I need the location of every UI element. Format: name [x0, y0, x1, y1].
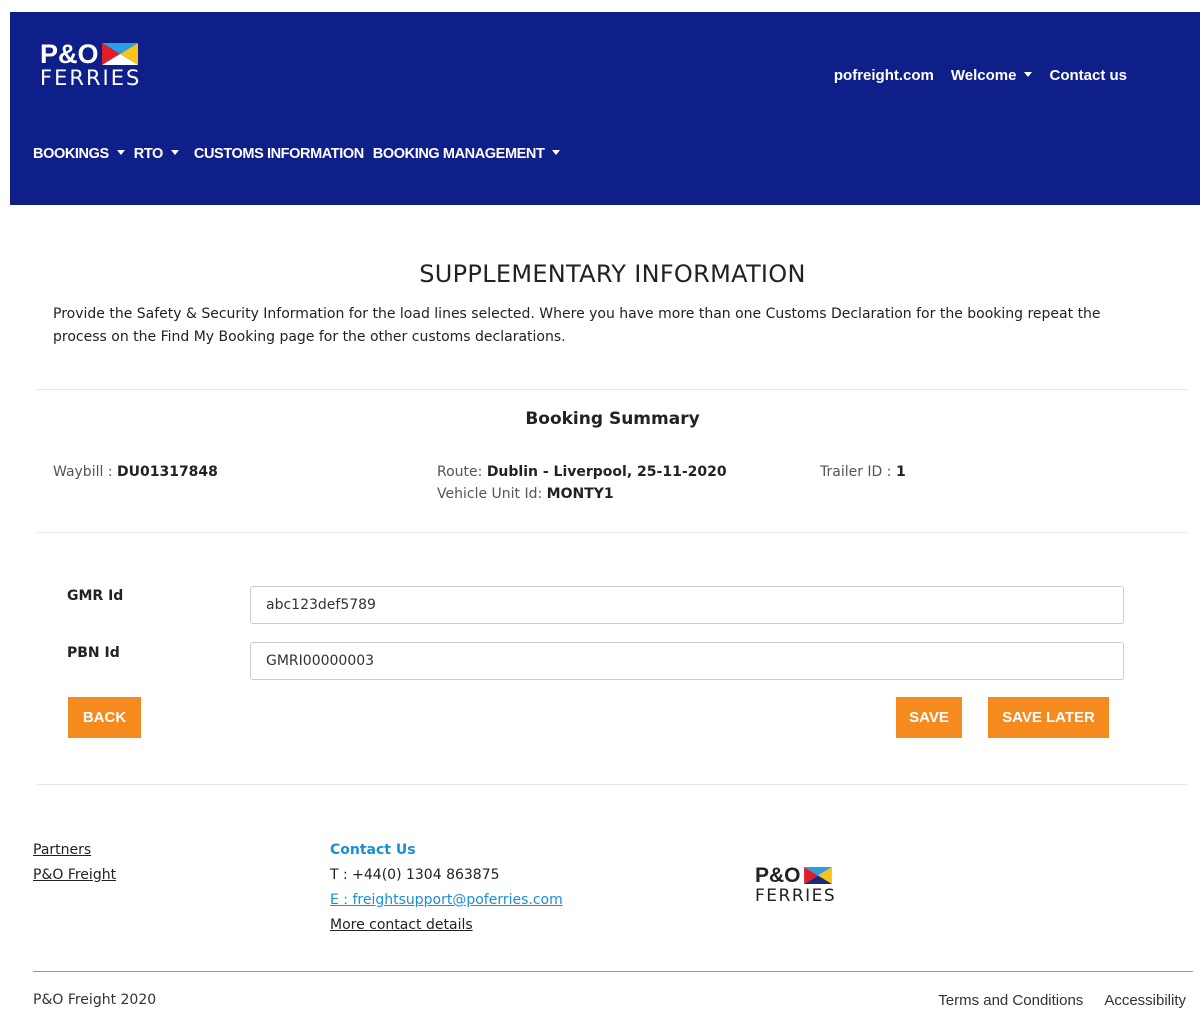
trailer-value: 1 — [895, 464, 906, 480]
footer-logo-text-top: P&O — [755, 864, 801, 887]
footer-po-ferries-logo: P&O FERRIES — [755, 865, 836, 906]
vehicle-value: MONTY1 — [546, 486, 614, 502]
booking-summary-title: Booking Summary — [525, 409, 700, 429]
contact-phone: T : +44(0) 1304 863875 — [330, 867, 500, 883]
trailer-label: Trailer ID : — [820, 464, 896, 480]
back-button[interactable]: BACK — [68, 697, 141, 738]
contact-us-heading: Contact Us — [330, 842, 416, 858]
pbn-id-input[interactable] — [250, 642, 1124, 680]
footer-divider — [33, 971, 1193, 972]
flag-icon — [101, 43, 138, 65]
logo-text-bottom: FERRIES — [40, 66, 142, 90]
nav-rto[interactable]: RTO — [134, 146, 179, 162]
caret-down-icon — [116, 149, 125, 155]
pofreight-link[interactable]: pofreight.com — [834, 67, 934, 84]
gmr-id-label: GMR Id — [67, 588, 124, 604]
contact-email-link[interactable]: E : freightsupport@poferries.com — [330, 892, 563, 908]
waybill-value: DU01317848 — [116, 464, 218, 480]
nav-customs-information[interactable]: CUSTOMS INFORMATION — [194, 146, 364, 162]
top-navigation: pofreight.com Welcome Contact us — [834, 67, 1127, 84]
copyright-text: P&O Freight 2020 — [33, 992, 157, 1008]
legal-links: Terms and Conditions Accessibility — [938, 992, 1186, 1009]
waybill-info: Waybill : DU01317848 — [53, 461, 218, 483]
po-ferries-logo[interactable]: P&O FERRIES — [40, 40, 141, 90]
route-label: Route: — [437, 464, 487, 480]
nav-booking-management[interactable]: BOOKING MANAGEMENT — [373, 146, 561, 162]
partners-link[interactable]: Partners — [33, 842, 91, 858]
intro-text: Provide the Safety & Security Informatio… — [53, 306, 1101, 345]
caret-down-icon — [1024, 71, 1033, 77]
logo-text-top: P&O — [40, 39, 99, 69]
welcome-label: Welcome — [950, 67, 1017, 84]
waybill-label: Waybill : — [53, 464, 117, 480]
divider — [37, 784, 1187, 785]
caret-down-icon — [552, 149, 561, 155]
route-info: Route: Dublin - Liverpool, 25-11-2020 Ve… — [437, 461, 727, 505]
contact-us-link[interactable]: Contact us — [1049, 67, 1127, 84]
accessibility-link[interactable]: Accessibility — [1104, 992, 1186, 1009]
nav-bookings[interactable]: BOOKINGS — [33, 146, 125, 162]
save-button[interactable]: SAVE — [896, 697, 962, 738]
route-value: Dublin - Liverpool, 25-11-2020 — [486, 464, 727, 480]
divider — [37, 532, 1187, 533]
po-freight-link[interactable]: P&O Freight — [33, 867, 116, 883]
footer-logo-text-bottom: FERRIES — [755, 886, 837, 906]
caret-down-icon — [170, 149, 179, 155]
divider — [37, 389, 1187, 390]
page-title: SUPPLEMENTARY INFORMATION — [419, 260, 806, 288]
save-later-button[interactable]: SAVE LATER — [988, 697, 1109, 738]
nav-booking-management-label: BOOKING MANAGEMENT — [372, 146, 545, 162]
main-navigation: BOOKINGS RTO CUSTOMS INFORMATION BOOKING… — [33, 146, 561, 162]
nav-bookings-label: BOOKINGS — [33, 146, 109, 162]
pbn-id-label: PBN Id — [67, 645, 120, 661]
nav-rto-label: RTO — [133, 146, 164, 162]
site-header: P&O FERRIES pofreight.com Welcome Contac… — [10, 12, 1200, 205]
trailer-info: Trailer ID : 1 — [820, 461, 906, 483]
welcome-menu[interactable]: Welcome — [951, 67, 1033, 84]
vehicle-label: Vehicle Unit Id: — [437, 486, 547, 502]
more-contact-details-link[interactable]: More contact details — [330, 917, 473, 933]
flag-icon — [803, 867, 832, 884]
gmr-id-input[interactable] — [250, 586, 1124, 624]
terms-link[interactable]: Terms and Conditions — [938, 992, 1083, 1009]
